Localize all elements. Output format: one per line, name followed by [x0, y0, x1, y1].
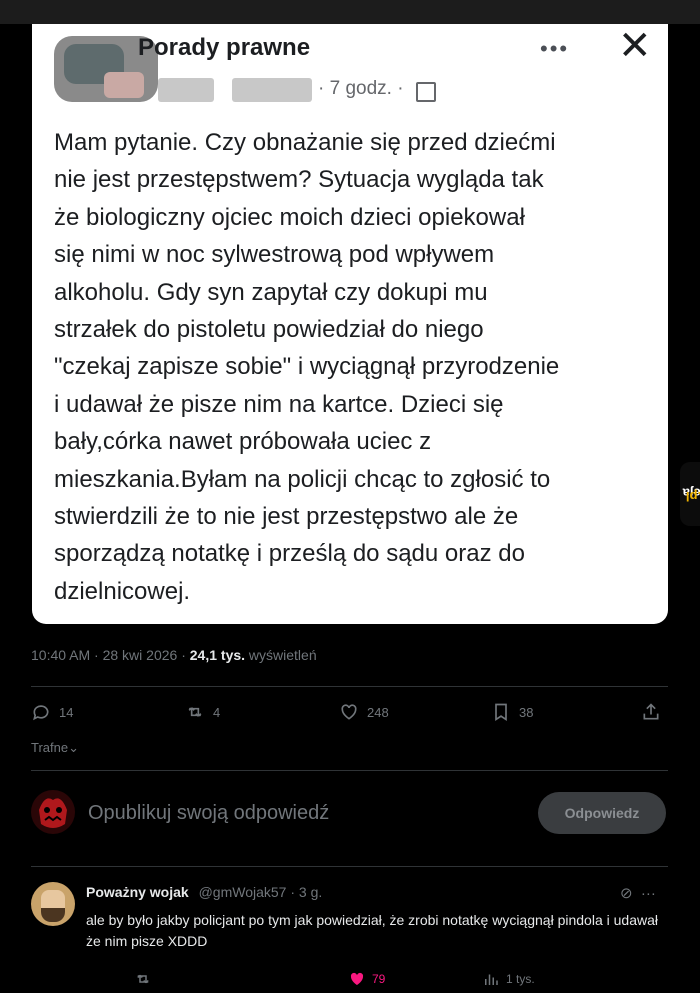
avatar[interactable] — [31, 882, 75, 926]
repost-count: 4 — [213, 704, 221, 720]
analytics-icon — [485, 974, 498, 985]
share-button[interactable] — [641, 702, 669, 722]
like-button[interactable]: 248 — [339, 702, 389, 722]
reply-icon — [33, 705, 49, 721]
close-icon[interactable]: ✕ — [618, 24, 652, 68]
reply-author-name[interactable]: Poważny wojak — [86, 884, 189, 900]
post-meta: · 7 godz. · — [138, 74, 478, 104]
reply-input[interactable]: Opublikuj swoją odpowiedź — [88, 802, 329, 825]
audience-icon — [416, 82, 436, 102]
post-time: · 7 godz. · — [318, 78, 404, 99]
bookmark-icon — [495, 703, 507, 722]
tweet-actions: 14 4 248 38 — [31, 702, 671, 728]
reply-view-count: 1 tys. — [506, 972, 535, 986]
grok-icon[interactable]: ⊘ — [620, 885, 633, 902]
views-count: 24,1 tys. — [189, 647, 246, 663]
views-button[interactable]: 1 tys. — [482, 970, 535, 988]
sort-label: Trafne — [31, 740, 69, 755]
reply-composer: Opublikuj swoją odpowiedź Odpowiedz — [0, 780, 700, 850]
blurred-author — [232, 78, 312, 102]
share-icon — [643, 703, 659, 720]
reply-actions: 79 1 tys. — [86, 970, 666, 990]
more-horizontal-icon[interactable]: ··· — [641, 885, 656, 902]
heart-icon — [341, 704, 357, 720]
repost-icon — [188, 707, 202, 717]
user-avatar — [31, 790, 75, 834]
top-bar — [0, 0, 700, 24]
repost-button[interactable] — [134, 970, 158, 988]
bookmark-count: 38 — [519, 704, 534, 720]
like-button[interactable]: 79 — [348, 970, 385, 988]
repost-icon — [137, 974, 149, 984]
reply-item[interactable]: Poważny wojak @gmWojak57 · 3 g. ⊘ ··· al… — [0, 870, 700, 993]
post-text: Mam pytanie. Czy obnażanie się przed dzi… — [54, 129, 560, 605]
divider — [31, 770, 668, 771]
tweet-timestamp: 10:40 AM · 28 kwi 2026 · — [31, 647, 186, 663]
reply-text: ale by było jakby policjant po tym jak p… — [86, 912, 658, 949]
tweet-meta: 10:40 AM · 28 kwi 2026 · 24,1 tys. wyświ… — [31, 647, 317, 663]
bookmark-button[interactable]: 38 — [491, 702, 533, 722]
reply-button[interactable]: 14 — [31, 702, 73, 722]
watermark-domain: .pl — [685, 488, 700, 504]
chevron-down-icon: ⌄ — [68, 740, 79, 755]
reply-header-icons: ⊘ ··· — [620, 884, 656, 902]
more-horizontal-icon[interactable]: ••• — [540, 36, 569, 62]
blurred-author — [158, 78, 214, 102]
reply-count: 14 — [59, 704, 74, 720]
embedded-post-card: Porady prawne · 7 godz. · ••• ✕ Mam pyta… — [32, 24, 668, 624]
repost-button[interactable]: 4 — [185, 702, 220, 722]
reply-submit-button[interactable]: Odpowiedz — [538, 792, 666, 834]
reply-header: Poważny wojak @gmWojak57 · 3 g. — [86, 884, 322, 900]
divider — [31, 686, 668, 687]
watermark-logo: jeja.pl — [680, 462, 700, 526]
heart-filled-icon — [350, 972, 364, 985]
like-count: 248 — [367, 704, 389, 720]
reply-like-count: 79 — [372, 972, 386, 986]
divider — [31, 866, 668, 867]
group-name: Porady prawne — [138, 34, 311, 61]
views-label: wyświetleń — [248, 647, 317, 663]
reply-handle: @gmWojak57 · 3 g. — [198, 884, 323, 900]
sort-dropdown[interactable]: Trafne⌄ — [31, 740, 79, 756]
